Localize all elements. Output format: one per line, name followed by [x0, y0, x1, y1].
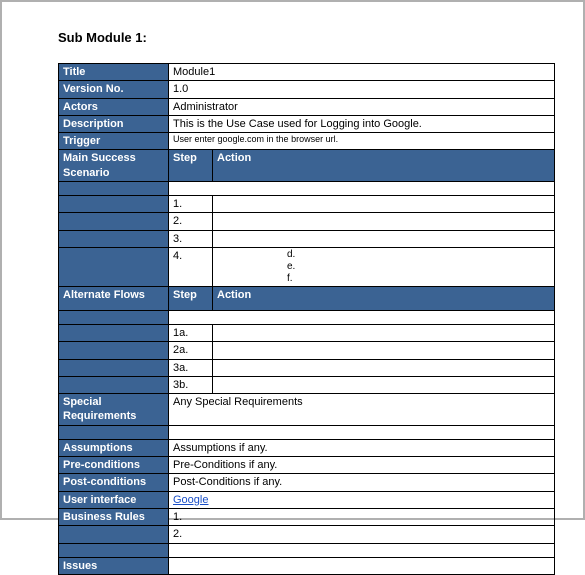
page-title: Sub Module 1:	[58, 30, 555, 45]
label-description: Description	[59, 115, 169, 132]
usecase-table: Title Module1 Version No. 1.0 Actors Adm…	[58, 63, 555, 575]
row-special-req: Special Requirements Any Special Require…	[59, 394, 555, 426]
row-main-blank	[59, 182, 555, 196]
label-title: Title	[59, 64, 169, 81]
row-main-scenario-header: Main Success Scenario Step Action	[59, 150, 555, 182]
label-actors: Actors	[59, 98, 169, 115]
google-link[interactable]: Google	[173, 494, 208, 506]
value-title: Module1	[169, 64, 555, 81]
row-alt-1a: 1a.	[59, 324, 555, 341]
label-alt-flows: Alternate Flows	[59, 286, 169, 310]
row-main-1: 1.	[59, 196, 555, 213]
row-special-blank	[59, 425, 555, 439]
row-version: Version No. 1.0	[59, 81, 555, 98]
label-step: Step	[169, 150, 213, 182]
label-assumptions: Assumptions	[59, 439, 169, 456]
row-alt-3a: 3a.	[59, 359, 555, 376]
row-actors: Actors Administrator	[59, 98, 555, 115]
row-biz-blank	[59, 543, 555, 557]
label-main-scenario: Main Success Scenario	[59, 150, 169, 182]
row-description: Description This is the Use Case used fo…	[59, 115, 555, 132]
value-description: This is the Use Case used for Logging in…	[169, 115, 555, 132]
label-step-alt: Step	[169, 286, 213, 310]
label-version: Version No.	[59, 81, 169, 98]
row-ui: User interface Google	[59, 491, 555, 508]
value-post-cond: Post-Conditions if any.	[169, 474, 555, 491]
value-assumptions: Assumptions if any.	[169, 439, 555, 456]
row-biz-2: 2.	[59, 526, 555, 543]
label-trigger: Trigger	[59, 133, 169, 150]
value-actors: Administrator	[169, 98, 555, 115]
row-trigger: Trigger User enter google.com in the bro…	[59, 133, 555, 150]
row-alt-3b: 3b.	[59, 376, 555, 393]
value-ui: Google	[169, 491, 555, 508]
step-4: 4.	[169, 247, 213, 286]
row-alt-2a: 2a.	[59, 342, 555, 359]
value-special-req: Any Special Requirements	[169, 394, 555, 426]
row-biz-1: Business Rules 1.	[59, 508, 555, 525]
step-3: 3.	[169, 230, 213, 247]
page: Sub Module 1: Title Module1 Version No. …	[0, 0, 585, 520]
step-1: 1.	[169, 196, 213, 213]
label-action-alt: Action	[213, 286, 555, 310]
row-post-cond: Post-conditions Post-Conditions if any.	[59, 474, 555, 491]
step-4-sub: d.e.f.	[213, 247, 555, 286]
label-pre-cond: Pre-conditions	[59, 457, 169, 474]
row-pre-cond: Pre-conditions Pre-Conditions if any.	[59, 457, 555, 474]
label-post-cond: Post-conditions	[59, 474, 169, 491]
label-biz-rules: Business Rules	[59, 508, 169, 525]
label-special-req: Special Requirements	[59, 394, 169, 426]
value-pre-cond: Pre-Conditions if any.	[169, 457, 555, 474]
step-2: 2.	[169, 213, 213, 230]
row-main-2: 2.	[59, 213, 555, 230]
row-alt-header: Alternate Flows Step Action	[59, 286, 555, 310]
row-assumptions: Assumptions Assumptions if any.	[59, 439, 555, 456]
row-title: Title Module1	[59, 64, 555, 81]
row-main-3: 3.	[59, 230, 555, 247]
row-issues: Issues	[59, 557, 555, 574]
label-action: Action	[213, 150, 555, 182]
label-issues: Issues	[59, 557, 169, 574]
value-trigger: User enter google.com in the browser url…	[169, 133, 555, 150]
row-main-4: 4. d.e.f.	[59, 247, 555, 286]
value-version: 1.0	[169, 81, 555, 98]
row-alt-blank	[59, 310, 555, 324]
label-ui: User interface	[59, 491, 169, 508]
